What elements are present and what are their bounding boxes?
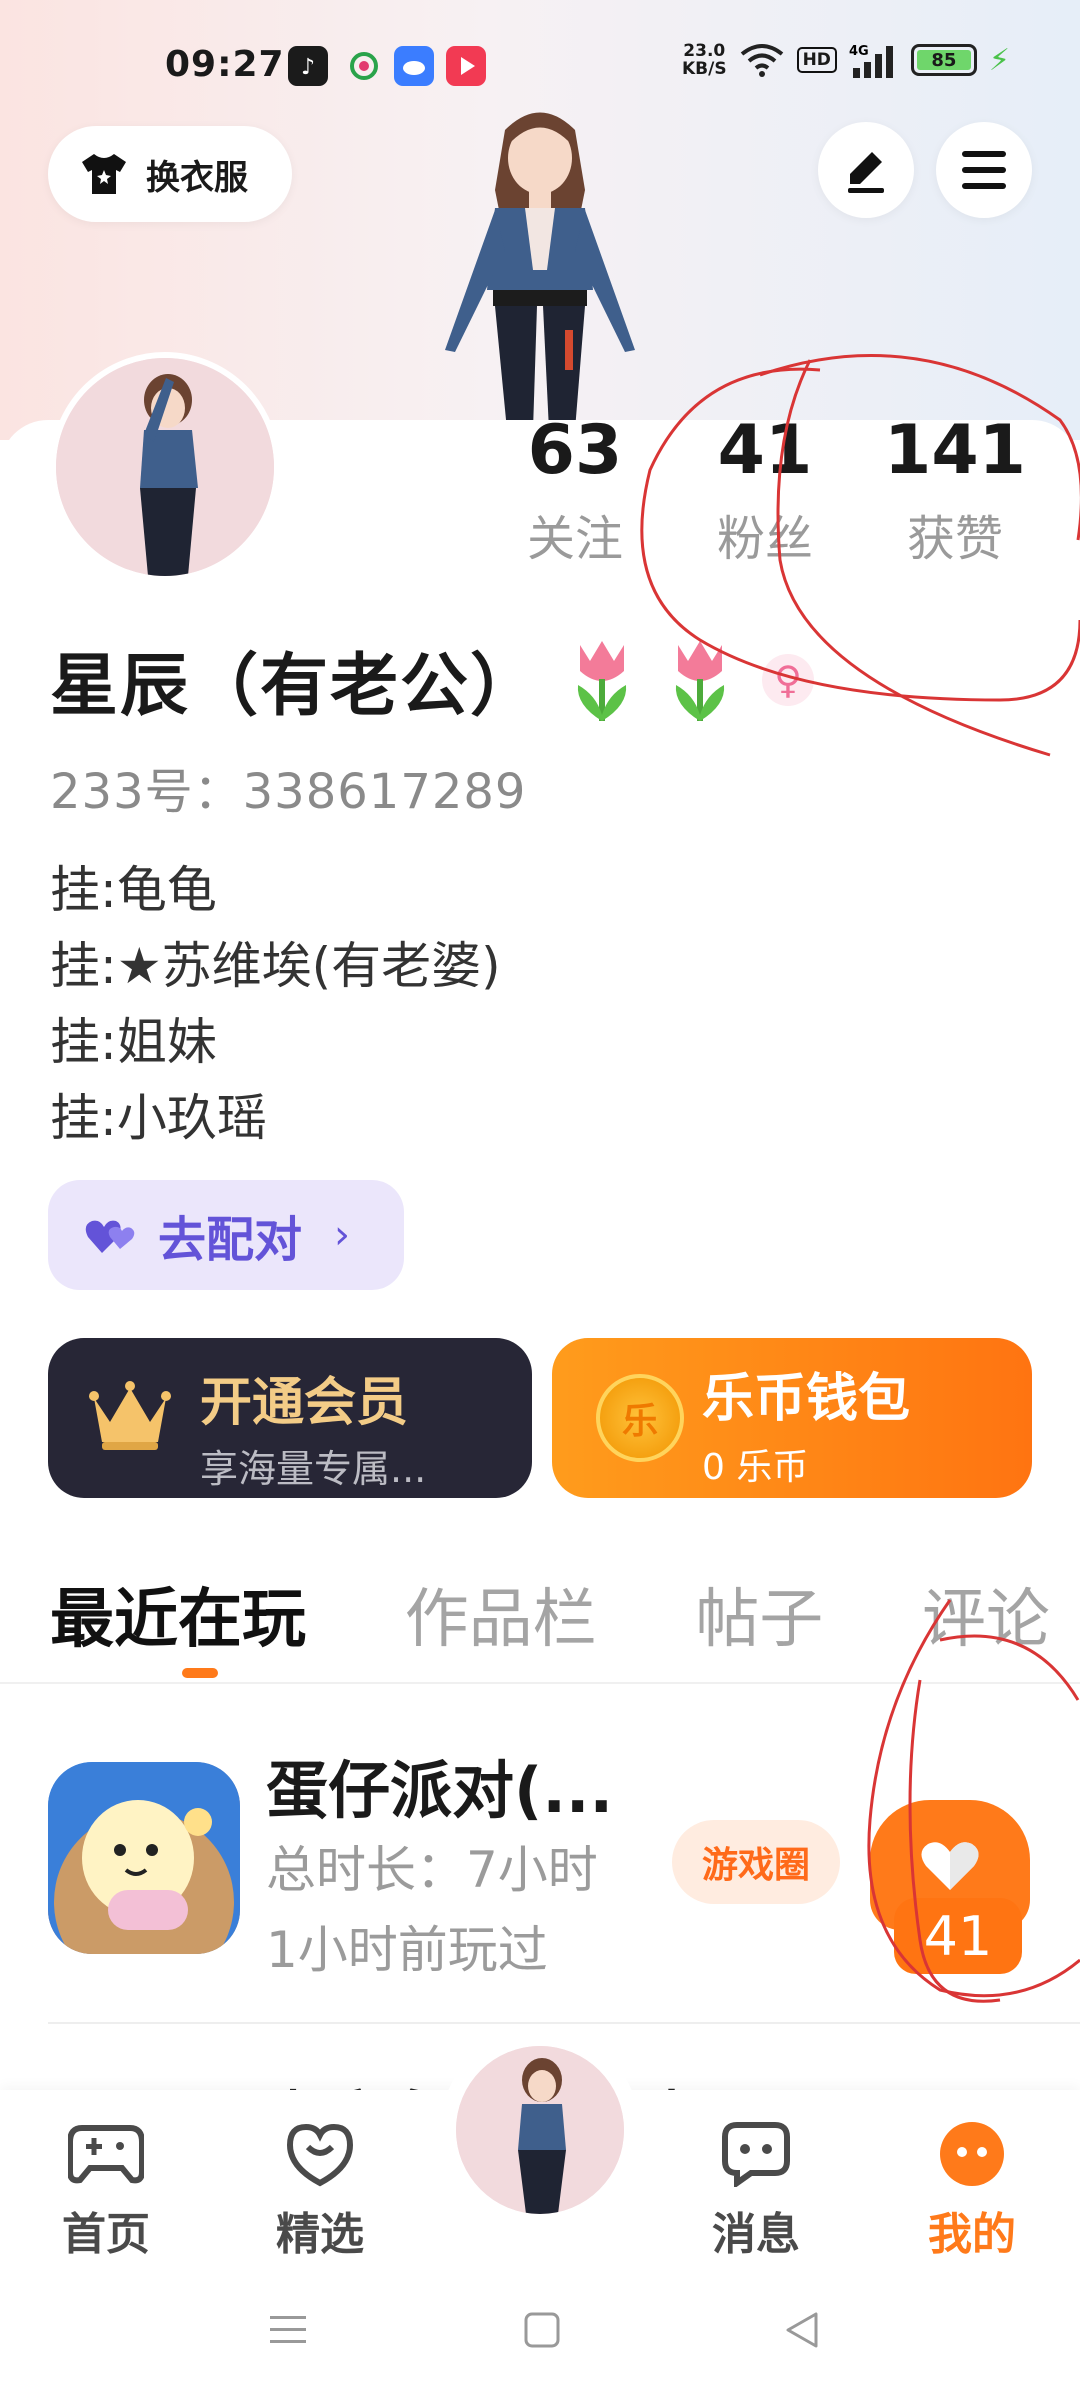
charging-icon: ⚡	[988, 42, 1010, 78]
match-button[interactable]: 去配对 ›	[48, 1180, 404, 1290]
profile-stats: 63 关注 41 粉丝 141 获赞	[480, 405, 1050, 581]
stat-label: 粉丝	[716, 511, 813, 567]
avatar-figure	[56, 358, 274, 576]
game-title: 蛋仔派对(...	[266, 1754, 613, 1827]
signal-icon: 4G	[849, 44, 893, 78]
tab-recent-play[interactable]: 最近在玩	[50, 1568, 306, 1678]
stat-fans[interactable]: 41 粉丝	[670, 405, 860, 581]
vip-membership-card[interactable]: 开通会员 享海量专属...	[48, 1338, 532, 1498]
profile-name: 星辰（有老公）	[50, 647, 541, 726]
bio-line: 挂:小玖瑶	[50, 1089, 267, 1147]
user-id: 233号：338617289	[50, 764, 527, 820]
gamepad-icon	[66, 2114, 146, 2194]
tab-comments[interactable]: 评论	[922, 1568, 1050, 1660]
vip-subtitle: 享海量专属...	[200, 1447, 427, 1491]
mobile-carrier-icon	[344, 46, 384, 86]
list-divider	[48, 2022, 1080, 2024]
bio-line: 挂:★苏维埃(有老婆)	[50, 937, 501, 995]
svg-text:♪: ♪	[301, 55, 315, 80]
match-label: 去配对	[158, 1212, 303, 1268]
tab-divider	[0, 1682, 1080, 1684]
female-gender-icon: ♀	[762, 653, 815, 706]
game-circle-button[interactable]: 游戏圈	[672, 1820, 840, 1904]
system-navigation-bar	[0, 2270, 1080, 2400]
cloud-app-icon	[394, 46, 434, 86]
tulip-icon	[675, 640, 725, 721]
nav-label: 消息	[712, 2209, 800, 2260]
like-button[interactable]: 41	[870, 1800, 1030, 1980]
coin-icon: 乐	[596, 1374, 684, 1462]
recent-apps-icon[interactable]	[268, 2310, 308, 2350]
avatar	[456, 2046, 624, 2214]
video-app-icon	[446, 46, 486, 86]
stat-label: 关注	[526, 511, 623, 567]
chevron-right-icon: ›	[334, 1212, 351, 1258]
wardrobe-label: 换衣服	[146, 157, 248, 198]
nav-featured[interactable]: 精选	[250, 2114, 390, 2262]
status-time: 09:27	[165, 44, 285, 85]
crown-icon	[89, 1381, 171, 1450]
stat-likes[interactable]: 141 获赞	[860, 405, 1050, 581]
name-row: 星辰（有老公） ♀	[50, 630, 815, 729]
status-indicators: 23.0 KB/S HD 4G 85 ⚡	[682, 42, 1010, 78]
nav-mine[interactable]: 我的	[902, 2114, 1042, 2262]
like-count: 41	[894, 1898, 1022, 1974]
stat-number: 141	[884, 411, 1026, 490]
tab-works[interactable]: 作品栏	[405, 1568, 597, 1660]
nav-home[interactable]: 首页	[36, 2114, 176, 2262]
nav-label: 首页	[62, 2209, 150, 2260]
svg-text:4G: 4G	[849, 44, 869, 59]
game-last-played: 1小时前玩过	[266, 1921, 548, 1979]
wallet-title: 乐币钱包	[702, 1369, 911, 1429]
stat-label: 获赞	[906, 511, 1003, 567]
wardrobe-button[interactable]: 换衣服	[48, 126, 292, 222]
list-item[interactable]: 蛋仔派对(... 总时长：7小时 1小时前玩过 游戏圈 41	[0, 1720, 1080, 2020]
hearts-icon	[85, 1220, 135, 1253]
character-avatar-illustration	[445, 112, 635, 430]
nav-label: 我的	[928, 2209, 1016, 2260]
pen-icon	[848, 152, 884, 193]
stat-number: 41	[717, 411, 813, 490]
tab-posts[interactable]: 帖子	[695, 1568, 823, 1660]
edit-profile-button[interactable]	[818, 122, 914, 218]
hamburger-menu-icon	[962, 151, 1006, 189]
battery-indicator: 85	[910, 44, 977, 76]
center-avatar-button[interactable]	[440, 2030, 640, 2230]
douyin-app-icon: ♪	[288, 46, 328, 86]
hd-badge: HD	[796, 47, 837, 73]
menu-button[interactable]	[936, 122, 1032, 218]
shirt-icon	[82, 154, 126, 194]
stat-number: 63	[527, 411, 623, 490]
profile-tabs: 最近在玩 作品栏 帖子 评论	[50, 1568, 1050, 1678]
wifi-icon	[740, 44, 783, 77]
bio-line: 挂:龟龟	[50, 861, 217, 919]
message-icon	[716, 2114, 796, 2194]
game-play-duration: 总时长：7小时	[266, 1841, 598, 1899]
profile-bio: 挂:龟龟 挂:★苏维埃(有老婆) 挂:姐妹 挂:小玖瑶	[50, 852, 501, 1156]
nav-messages[interactable]: 消息	[686, 2114, 826, 2262]
profile-avatar[interactable]	[50, 352, 280, 582]
stat-following[interactable]: 63 关注	[480, 405, 670, 581]
game-app-icon	[48, 1762, 240, 1954]
wallet-card[interactable]: 乐 乐币钱包 0 乐币	[552, 1338, 1032, 1498]
wallet-balance: 0 乐币	[702, 1447, 809, 1488]
profile-dots-icon	[932, 2114, 1012, 2194]
nav-label: 精选	[276, 2209, 364, 2260]
vip-title: 开通会员	[200, 1373, 409, 1433]
bio-line: 挂:姐妹	[50, 1013, 217, 1071]
net-speed: 23.0 KB/S	[681, 41, 727, 79]
heart-chat-icon	[280, 2114, 360, 2194]
home-icon[interactable]	[522, 2310, 562, 2350]
tulip-icon	[577, 640, 627, 721]
back-icon[interactable]	[782, 2310, 822, 2350]
heart-icon	[921, 1842, 979, 1890]
